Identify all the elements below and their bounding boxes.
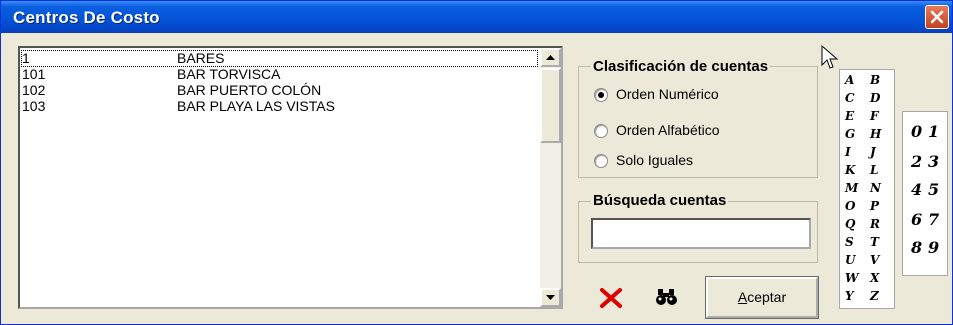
cost-center-list[interactable]: 1 BARES 101 BAR TORVISCA 102 BAR PUERTO … bbox=[18, 46, 563, 309]
letter-key[interactable]: Y bbox=[845, 289, 854, 303]
close-button[interactable] bbox=[925, 5, 949, 29]
delete-button[interactable] bbox=[599, 287, 623, 314]
digit-key[interactable]: 2 bbox=[911, 152, 922, 171]
list-item-code: 1 bbox=[22, 50, 30, 66]
letter-key[interactable]: N bbox=[870, 181, 881, 195]
digit-key[interactable]: 4 bbox=[911, 180, 922, 199]
digit-key[interactable]: 1 bbox=[928, 122, 939, 141]
letter-key[interactable]: Z bbox=[870, 289, 879, 303]
list-item-name: BAR PUERTO COLÓN bbox=[177, 82, 322, 98]
letter-key[interactable]: X bbox=[870, 271, 879, 285]
digit-key[interactable]: 5 bbox=[928, 180, 939, 199]
list-item-code: 102 bbox=[22, 82, 46, 98]
digit-key[interactable]: 6 bbox=[911, 210, 922, 229]
list-item-name: BAR TORVISCA bbox=[177, 66, 281, 82]
letter-key[interactable]: Q bbox=[845, 217, 855, 231]
letter-key[interactable]: R bbox=[870, 217, 880, 231]
search-input[interactable] bbox=[591, 218, 811, 249]
letter-key[interactable]: K bbox=[845, 163, 855, 177]
letter-key[interactable]: W bbox=[845, 271, 858, 285]
digit-key[interactable]: 7 bbox=[928, 210, 939, 229]
vertical-scrollbar[interactable] bbox=[540, 48, 561, 307]
classification-title: Clasificación de cuentas bbox=[591, 58, 771, 75]
letter-key[interactable]: D bbox=[870, 91, 880, 105]
letter-key[interactable]: L bbox=[870, 163, 878, 177]
radio-dot bbox=[594, 88, 608, 102]
scroll-thumb[interactable] bbox=[540, 68, 561, 143]
digit-key[interactable]: 0 bbox=[911, 122, 922, 141]
search-title: Búsqueda cuentas bbox=[591, 192, 729, 209]
letter-key[interactable]: B bbox=[870, 73, 880, 87]
scroll-down-button[interactable] bbox=[540, 288, 561, 307]
radio-label: Solo Iguales bbox=[616, 152, 694, 168]
accept-button[interactable]: Aceptar bbox=[705, 276, 819, 319]
radio-label: Orden Alfabético bbox=[616, 122, 720, 138]
radio-dot bbox=[594, 124, 608, 138]
binoculars-icon bbox=[656, 289, 677, 305]
title-bar[interactable]: Centros De Costo bbox=[1, 1, 952, 33]
scroll-up-button[interactable] bbox=[540, 48, 561, 67]
letter-key[interactable]: M bbox=[845, 181, 858, 195]
digit-index: 0 1 2 3 4 5 6 7 8 9 bbox=[902, 111, 948, 276]
letter-key[interactable]: G bbox=[845, 127, 855, 141]
letter-key[interactable]: P bbox=[870, 199, 879, 213]
letter-key[interactable]: C bbox=[845, 91, 855, 105]
letter-index: A B C D E F G H I J K L M N O P Q R S T … bbox=[839, 69, 895, 309]
list-item-name: BARES bbox=[177, 50, 225, 66]
letter-key[interactable]: F bbox=[870, 109, 879, 123]
window: Centros De Costo 1 BARES 101 BAR TORVISC… bbox=[0, 0, 953, 325]
letter-key[interactable]: J bbox=[870, 145, 876, 159]
arrow-up-icon bbox=[546, 55, 555, 60]
letter-key[interactable]: T bbox=[870, 235, 879, 249]
list-item-code: 103 bbox=[22, 98, 46, 114]
letter-key[interactable]: E bbox=[845, 109, 854, 123]
digit-key[interactable]: 8 bbox=[911, 238, 922, 257]
letter-key[interactable]: H bbox=[870, 127, 881, 141]
digit-key[interactable]: 3 bbox=[928, 152, 939, 171]
radio-label: Orden Numérico bbox=[616, 86, 719, 102]
digit-key[interactable]: 9 bbox=[928, 238, 939, 257]
accept-label: ceptar bbox=[747, 289, 787, 305]
letter-key[interactable]: A bbox=[845, 73, 854, 87]
letter-key[interactable]: S bbox=[845, 235, 854, 249]
list-item-code: 101 bbox=[22, 66, 46, 82]
mouse-pointer-icon bbox=[821, 45, 839, 69]
list-item-name: BAR PLAYA LAS VISTAS bbox=[177, 98, 335, 114]
red-x-icon bbox=[600, 288, 622, 308]
classification-group: Clasificación de cuentas Orden Numérico … bbox=[578, 58, 818, 178]
close-icon bbox=[930, 10, 944, 24]
find-button[interactable] bbox=[655, 288, 679, 311]
accept-mnemonic: A bbox=[737, 289, 748, 305]
letter-key[interactable]: U bbox=[845, 253, 855, 267]
letter-key[interactable]: I bbox=[845, 145, 851, 159]
letter-key[interactable]: V bbox=[870, 253, 879, 267]
list-item[interactable]: 1 BARES bbox=[21, 50, 538, 67]
radio-dot bbox=[594, 154, 608, 168]
arrow-down-icon bbox=[546, 295, 555, 300]
window-title: Centros De Costo bbox=[13, 8, 160, 27]
letter-key[interactable]: O bbox=[845, 199, 855, 213]
